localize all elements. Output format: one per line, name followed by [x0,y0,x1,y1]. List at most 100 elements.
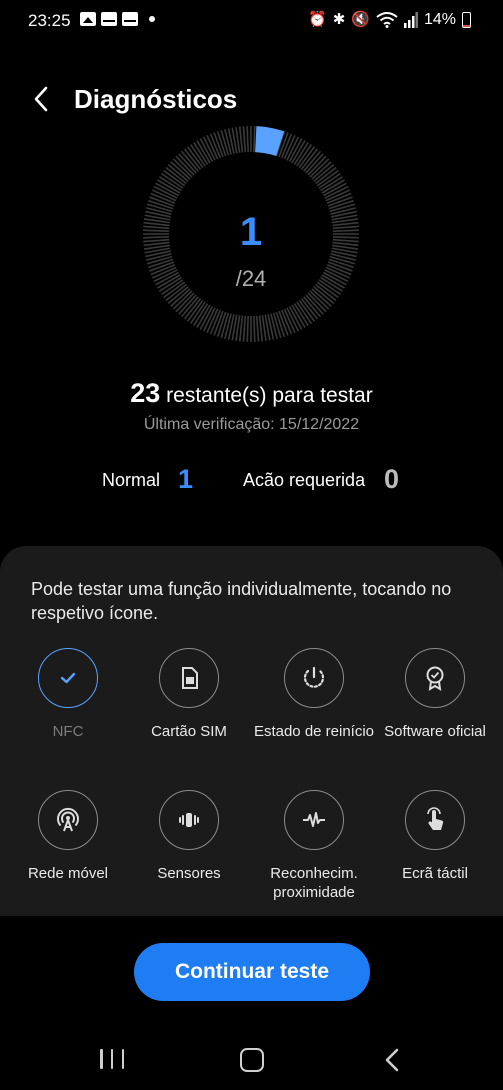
restart-icon [303,666,325,688]
test-label: Cartão SIM [151,723,227,740]
remaining-count: 23 [130,378,161,408]
test-icon-circle [405,790,465,850]
recent-apps-icon[interactable] [100,1049,124,1071]
ring-tick [238,315,244,342]
mute-icon: 🔇 [351,11,370,28]
system-icons: ⏰ ✱ 🔇 14% [308,11,471,29]
test-sim-card[interactable]: Cartão SIM [126,648,252,741]
ring-tick [175,292,195,313]
ring-tick [183,298,202,320]
vibration-icon [179,813,199,827]
action-required-label: Acão requerida [243,470,366,490]
tested-count: 1 [239,210,263,254]
ring-tick [300,298,319,320]
test-label: Reconhecim. proximidade [270,865,358,901]
test-nfc[interactable]: NFC [5,648,131,741]
test-icon-circle [38,648,98,708]
test-mobile-network[interactable]: Rede móvel [5,790,131,883]
battery-icon [462,12,471,28]
ring-tick [238,126,244,153]
test-restart-state[interactable]: Estado de reinício [251,648,377,741]
ring-tick [165,166,187,185]
test-touchscreen[interactable]: Ecrã táctil [372,790,498,883]
signal-icon [403,12,418,28]
test-label: Estado de reinício [253,723,375,740]
status-bar: 23:25 ⏰ ✱ 🔇 14% [0,0,503,44]
total-count: /24 [235,266,267,291]
check-icon [60,672,76,684]
last-check: Última verificação: 15/12/2022 [143,416,360,433]
ring-tick [255,315,260,342]
test-proximity[interactable]: Reconhecim. proximidade [251,790,377,902]
ring-tick [183,148,202,170]
ring-tick [253,126,256,153]
ring-tick [258,315,264,342]
ring-tick [172,158,193,178]
ring-tick [311,161,332,180]
test-icon-circle [38,790,98,850]
ring-tick [313,163,335,182]
more-notifications-dot [149,16,155,22]
ring-tick [178,153,197,174]
test-label: Sensores [157,865,221,882]
test-icon-circle [284,790,344,850]
status-time: 23:25 [28,11,71,30]
ring-tick [186,146,204,169]
test-icon-circle [159,648,219,708]
bluetooth-icon: ✱ [332,11,346,28]
ring-tick [298,299,316,322]
ring-tick [242,126,247,153]
continue-test-label: Continuar teste [174,960,329,983]
ring-tick [300,148,319,170]
normal-label: Normal [102,470,161,490]
ring-tick [167,163,189,182]
remaining-text: restante(s) para testar [166,384,373,407]
ring-tick [246,126,249,153]
ring-tick [307,292,327,313]
test-icon-circle [284,648,344,708]
back-icon[interactable] [383,1047,401,1073]
action-required-value: 0 [384,464,400,494]
ring-tick [303,150,322,172]
ring-tick [303,296,322,318]
result-stats: Normal 1 Acão requerida 0 [0,464,503,498]
home-icon[interactable] [240,1048,264,1072]
normal-value: 1 [178,464,194,494]
ring-tick [180,150,199,172]
ring-tick [253,315,256,342]
panel-hint: Pode testar uma função individualmente, … [31,579,452,623]
ring-tick [186,299,204,322]
image-icon [80,12,96,26]
progress-arc [255,126,285,156]
tests-panel: Pode testar uma função individualmente, … [0,546,503,916]
test-sensors[interactable]: Sensores [126,790,252,883]
test-label: NFC [52,723,84,740]
continue-test-button[interactable]: Continuar teste [134,943,370,1001]
test-label: Rede móvel [27,865,109,882]
progress-ring: 1 /24 [143,126,359,342]
test-official-software[interactable]: Software oficial [372,648,498,741]
app-header: Diagnósticos [0,80,503,120]
test-label: Ecrã táctil [402,865,468,882]
ring-tick [180,296,199,318]
touch-icon [427,807,444,830]
badge-icon [426,666,444,691]
ring-tick [315,166,337,185]
ring-tick [242,315,247,342]
back-button[interactable] [28,82,58,116]
page-title: Diagnósticos [74,84,238,114]
mail-icon [122,12,138,26]
ring-tick [172,290,193,310]
ring-tick [316,169,339,187]
test-label: Software oficial [384,723,486,740]
ring-tick [170,161,191,180]
ring-tick [305,153,324,174]
ring-tick [298,146,316,169]
alarm-icon: ⏰ [308,11,327,28]
test-icon-circle [405,648,465,708]
ring-tick [175,155,195,176]
ring-tick [305,294,324,315]
test-icon-circle [159,790,219,850]
wifi-icon [376,12,398,28]
notification-icons [80,12,155,26]
